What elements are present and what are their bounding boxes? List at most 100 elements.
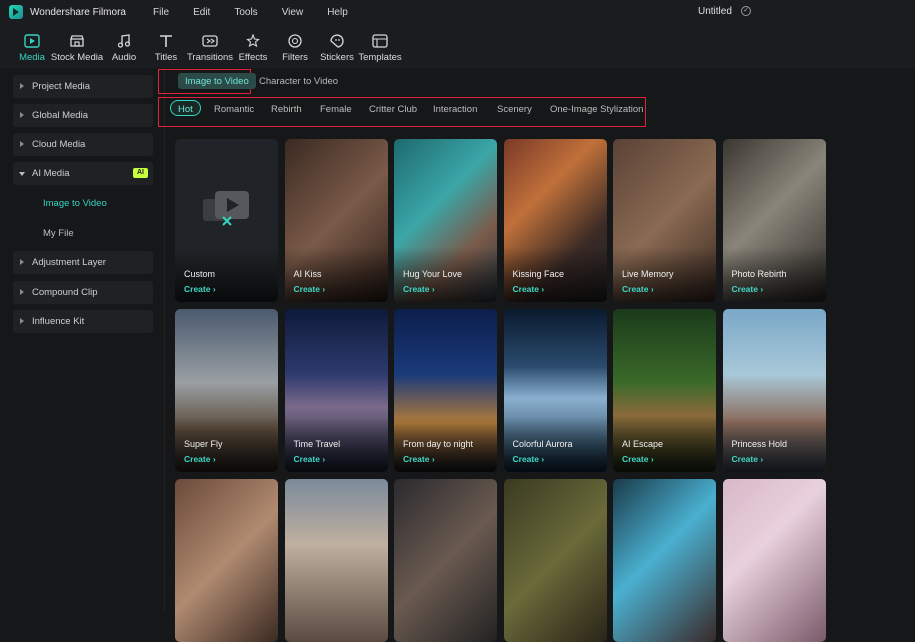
sidebar-item-cloud-media[interactable]: Cloud Media <box>13 133 153 156</box>
sidebar-item-label: Adjustment Layer <box>32 257 106 268</box>
template-card[interactable]: Photo Rebirth Create <box>722 139 826 302</box>
templates-icon <box>372 34 388 48</box>
toolbar-audio[interactable]: Audio <box>104 24 144 68</box>
template-card[interactable] <box>503 479 607 642</box>
card-create-button[interactable]: Create <box>184 284 216 294</box>
category-one-image-stylization[interactable]: One-Image Stylization <box>550 104 643 115</box>
template-card[interactable]: AI Kiss Create <box>284 139 388 302</box>
audio-icon <box>116 34 132 48</box>
titles-icon <box>158 34 174 48</box>
card-create-button[interactable]: Create <box>403 454 435 464</box>
sidebar-subitem-image-to-video[interactable]: Image to Video <box>43 198 107 209</box>
card-create-button[interactable]: Create <box>622 454 654 464</box>
tab-image-to-video[interactable]: Image to Video <box>178 73 256 89</box>
sidebar-item-ai-media[interactable]: AI Media AI <box>13 162 153 185</box>
toolbar-stickers[interactable]: Stickers <box>316 24 358 68</box>
template-card[interactable]: Time Travel Create <box>284 309 388 472</box>
menu-bar: File Edit Tools View Help <box>153 7 372 18</box>
card-title: Time Travel <box>293 439 341 449</box>
template-card[interactable] <box>284 479 388 642</box>
category-romantic[interactable]: Romantic <box>214 104 254 115</box>
category-female[interactable]: Female <box>320 104 352 115</box>
category-scenery[interactable]: Scenery <box>497 104 532 115</box>
card-create-button[interactable]: Create <box>294 454 326 464</box>
toolbar-stock-media[interactable]: Stock Media <box>50 24 104 68</box>
stock-media-icon <box>69 34 85 48</box>
toolbar-media[interactable]: Media <box>14 24 50 68</box>
card-create-button[interactable]: Create <box>732 454 764 464</box>
sidebar-item-compound-clip[interactable]: Compound Clip <box>13 281 153 304</box>
toolbar-transitions[interactable]: Transitions <box>186 24 234 68</box>
card-title: Kissing Face <box>512 269 565 279</box>
template-card[interactable]: Colorful Aurora Create <box>503 309 607 472</box>
sidebar-item-adjustment-layer[interactable]: Adjustment Layer <box>13 251 153 274</box>
sidebar-item-project-media[interactable]: Project Media <box>13 75 153 98</box>
toolbar-templates[interactable]: Templates <box>358 24 402 68</box>
card-title: AI Escape <box>622 439 664 449</box>
template-card[interactable] <box>613 479 716 642</box>
card-title: Live Memory <box>622 269 674 279</box>
template-card[interactable] <box>175 479 278 642</box>
card-title: Princess Hold <box>731 439 788 449</box>
category-hot[interactable]: Hot <box>170 100 201 116</box>
template-card[interactable]: Custom Create <box>175 139 278 302</box>
template-card[interactable]: Super Fly Create <box>175 309 278 472</box>
sidebar-item-label: AI Media <box>32 168 70 179</box>
category-critter-club[interactable]: Critter Club <box>369 104 417 115</box>
toolbar-stickers-label: Stickers <box>320 52 354 63</box>
ai-badge: AI <box>133 168 148 178</box>
toolbar-titles[interactable]: Titles <box>144 24 188 68</box>
card-title: From day to night <box>403 439 474 449</box>
template-card[interactable]: Live Memory Create <box>613 139 716 302</box>
toolbar-templates-label: Templates <box>358 52 402 63</box>
sidebar-subitem-my-file[interactable]: My File <box>43 228 74 239</box>
sidebar-item-label: Global Media <box>32 110 88 121</box>
media-sidebar: Project Media Global Media Cloud Media A… <box>0 68 165 611</box>
media-icon <box>24 34 40 48</box>
sidebar-item-influence-kit[interactable]: Influence Kit <box>13 310 153 333</box>
menu-file[interactable]: File <box>153 7 169 18</box>
tab-character-to-video[interactable]: Character to Video <box>259 76 338 87</box>
template-card[interactable]: Hug Your Love Create <box>394 139 497 302</box>
menu-view[interactable]: View <box>282 7 304 18</box>
card-create-button[interactable]: Create <box>732 284 764 294</box>
template-card[interactable] <box>722 479 826 642</box>
title-bar: Wondershare Filmora File Edit Tools View… <box>0 0 915 24</box>
template-card[interactable]: From day to night Create <box>394 309 497 472</box>
card-create-button[interactable]: Create <box>403 284 435 294</box>
toolbar-media-label: Media <box>19 52 45 63</box>
category-rebirth[interactable]: Rebirth <box>271 104 302 115</box>
chevron-right-icon <box>20 289 24 295</box>
category-interaction[interactable]: Interaction <box>433 104 477 115</box>
card-create-button[interactable]: Create <box>513 454 545 464</box>
main-toolbar: Media Stock Media Audio Titles Transitio… <box>0 24 915 68</box>
saved-check-icon: ✓ <box>741 6 751 16</box>
app-title: Wondershare Filmora <box>30 6 126 18</box>
template-card[interactable]: Princess Hold Create <box>722 309 826 472</box>
template-card[interactable]: AI Escape Create <box>613 309 716 472</box>
card-create-button[interactable]: Create <box>294 284 326 294</box>
card-create-button[interactable]: Create <box>622 284 654 294</box>
template-card[interactable]: Kissing Face Create <box>503 139 607 302</box>
card-create-button[interactable]: Create <box>513 284 545 294</box>
toolbar-effects[interactable]: Effects <box>232 24 274 68</box>
chevron-right-icon <box>20 318 24 324</box>
chevron-right-icon <box>20 112 24 118</box>
menu-edit[interactable]: Edit <box>193 7 210 18</box>
toolbar-filters-label: Filters <box>282 52 308 63</box>
sidebar-item-label: Project Media <box>32 81 91 92</box>
toolbar-effects-label: Effects <box>238 52 268 63</box>
toolbar-filters[interactable]: Filters <box>274 24 316 68</box>
sidebar-item-global-media[interactable]: Global Media <box>13 104 153 127</box>
card-title: Colorful Aurora <box>512 439 573 449</box>
toolbar-transitions-label: Transitions <box>186 52 234 63</box>
filmora-logo-icon <box>9 5 23 19</box>
main-panel: Image to Video Character to Video Hot Ro… <box>158 68 915 642</box>
template-card[interactable] <box>394 479 497 642</box>
card-title: Custom <box>184 269 216 279</box>
category-bar: Hot Romantic Rebirth Female Critter Club… <box>158 97 915 127</box>
card-create-button[interactable]: Create <box>184 454 216 464</box>
menu-tools[interactable]: Tools <box>234 7 257 18</box>
menu-help[interactable]: Help <box>327 7 348 18</box>
chevron-right-icon <box>20 141 24 147</box>
